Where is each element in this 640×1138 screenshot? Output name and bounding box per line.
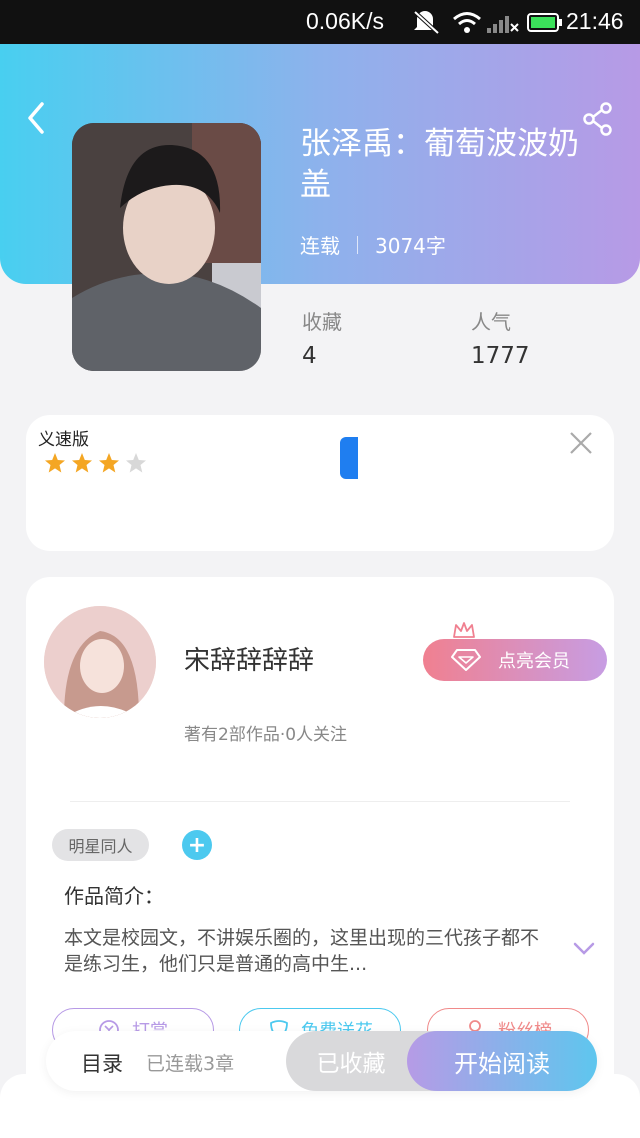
favorites-label: 收藏 xyxy=(302,310,342,334)
collected-button-label: 已收藏 xyxy=(316,1051,386,1077)
book-cover xyxy=(72,123,261,371)
author-name[interactable]: 宋辞辞辞辞 xyxy=(184,640,314,677)
intro-text: 本文是校园文，不讲娱乐圈的，这里出现的三代孩子都不是练习生，他们只是普通的高中生… xyxy=(64,927,540,975)
book-title: 张泽禹：葡萄波波奶盖 xyxy=(300,126,579,203)
intro-title: 作品简介： xyxy=(64,884,164,908)
toc-button[interactable]: 目录 xyxy=(81,1048,123,1078)
crown-icon xyxy=(453,622,475,638)
add-tag-button[interactable]: + xyxy=(182,830,212,860)
author-meta: 著有2部作品·0人关注 xyxy=(184,725,348,745)
status-bar: 0.06K/s 21:46 xyxy=(0,0,640,44)
star-icon xyxy=(45,453,65,473)
vip-button[interactable]: 点亮会员 xyxy=(423,639,607,681)
start-reading-button[interactable]: 开始阅读 xyxy=(407,1031,597,1091)
clock: 21:46 xyxy=(566,8,624,34)
back-icon[interactable] xyxy=(24,100,48,136)
star-icon xyxy=(126,453,146,473)
book-status-row: 连载 3074字 xyxy=(300,230,446,259)
ad-card[interactable] xyxy=(26,415,614,551)
star-icon xyxy=(72,453,92,473)
vip-button-label: 点亮会员 xyxy=(498,651,570,672)
divider xyxy=(70,801,570,802)
genre-tag[interactable]: 明星同人 xyxy=(52,829,149,861)
battery-icon xyxy=(527,13,562,32)
network-speed: 0.06K/s xyxy=(306,8,384,34)
favorites-count: 4 xyxy=(302,343,317,369)
chevron-down-icon[interactable] xyxy=(572,940,596,958)
avatar[interactable] xyxy=(44,606,156,718)
popularity-count: 1777 xyxy=(471,343,530,369)
mute-icon xyxy=(413,10,440,35)
diamond-icon xyxy=(451,649,481,671)
ad-title: 义速版 xyxy=(38,430,89,450)
start-reading-label: 开始阅读 xyxy=(454,1049,550,1078)
close-icon[interactable] xyxy=(568,430,594,456)
chapter-count: 已连载3章 xyxy=(146,1053,235,1075)
serial-status: 连载 xyxy=(300,234,340,258)
word-count: 3074字 xyxy=(375,234,446,258)
signal-icon xyxy=(487,16,519,33)
ad-rating-stars xyxy=(45,453,146,473)
ad-blue-mark xyxy=(340,437,358,479)
status-separator xyxy=(357,235,358,254)
book-cover-image xyxy=(72,123,261,371)
star-icon xyxy=(99,453,119,473)
popularity-label: 人气 xyxy=(471,310,511,334)
wifi-icon xyxy=(453,12,481,33)
avatar-image xyxy=(44,606,156,718)
